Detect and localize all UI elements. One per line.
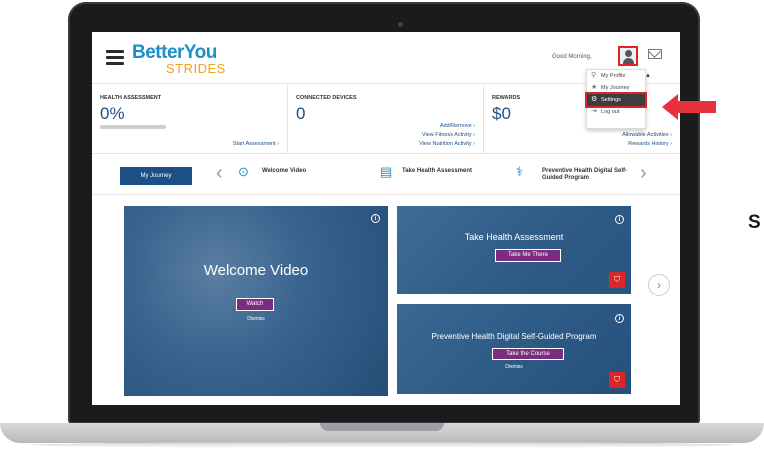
my-journey-tab[interactable]: My Journey: [120, 167, 192, 185]
connected-devices-stat: CONNECTED DEVICES 0 Add/Remove › View Fi…: [288, 85, 484, 154]
menu-item-my-journey[interactable]: ★ My Journey: [587, 82, 645, 94]
avatar-body: [623, 58, 634, 64]
journey-bar: My Journey ‹ ⊙ Welcome Video ▤ Take Heal…: [92, 155, 680, 195]
photo-stage: BetterYou STRIDES Good Morning, ▲ ⚲ My Pr…: [0, 0, 764, 455]
info-icon[interactable]: i: [615, 215, 624, 224]
person-icon: ⚲: [591, 72, 597, 79]
menu-item-my-profile[interactable]: ⚲ My Profile: [587, 70, 645, 82]
info-icon[interactable]: i: [371, 214, 380, 223]
stat-title: REWARDS: [492, 95, 521, 101]
shield-icon: ⛉: [609, 272, 625, 288]
health-assessment-card[interactable]: i Take Health Assessment Take Me There ⛉: [397, 206, 631, 294]
dismiss-link[interactable]: Dismiss: [124, 316, 388, 322]
logo-subtitle: STRIDES: [166, 61, 226, 76]
chevron-right-icon[interactable]: ›: [640, 163, 647, 183]
user-avatar-button[interactable]: [618, 46, 638, 66]
laptop-screen: BetterYou STRIDES Good Morning, ▲ ⚲ My Pr…: [92, 32, 680, 405]
journey-item-health-assessment[interactable]: Take Health Assessment: [402, 168, 472, 174]
view-fitness-link[interactable]: View Fitness Activity ›: [422, 132, 475, 138]
menu-item-label: My Profile: [601, 73, 626, 79]
rewards-stat: REWARDS $0 Allowable Activities › Reward…: [484, 85, 680, 154]
journey-item-program[interactable]: Preventive Health Digital Self-Guided Pr…: [542, 168, 638, 182]
add-remove-link[interactable]: Add/Remove ›: [440, 123, 475, 129]
rewards-history-link[interactable]: Rewards History ›: [628, 141, 672, 147]
side-letter: S: [748, 212, 761, 233]
journey-item-welcome-video[interactable]: Welcome Video: [262, 168, 306, 174]
stat-value: $0: [492, 104, 511, 123]
greeting-text: Good Morning,: [552, 54, 592, 60]
logo-text: BetterYou: [132, 42, 217, 63]
card-title: Take Health Assessment: [464, 232, 564, 242]
info-icon[interactable]: i: [615, 314, 624, 323]
star-icon: ★: [591, 84, 598, 91]
start-assessment-link[interactable]: Start Assessment ›: [233, 141, 279, 147]
caduceus-icon: ⚕: [516, 164, 524, 179]
dismiss-link[interactable]: Dismiss: [397, 364, 631, 370]
menu-item-label: My Journey: [601, 85, 630, 91]
view-nutrition-link[interactable]: View Nutrition Activity ›: [419, 141, 475, 147]
menu-item-label: Log out: [601, 109, 620, 115]
program-card[interactable]: i Preventive Health Digital Self-Guided …: [397, 304, 631, 394]
progress-bar: [100, 125, 166, 129]
chevron-left-icon[interactable]: ‹: [216, 163, 223, 183]
stat-title: CONNECTED DEVICES: [296, 95, 357, 101]
shield-icon: ⛉: [609, 372, 625, 388]
welcome-video-card[interactable]: i Welcome Video Watch Dismiss: [124, 206, 388, 396]
camera-dot: [398, 22, 403, 27]
allowable-activities-link[interactable]: Allowable Activities ›: [622, 132, 672, 138]
play-circle-icon: ⊙: [238, 164, 249, 179]
laptop-shadow: [30, 442, 734, 448]
menu-item-label: Settings: [601, 97, 621, 103]
mail-icon[interactable]: [648, 49, 662, 59]
watch-button[interactable]: Watch: [236, 298, 274, 311]
user-dropdown-menu: ⚲ My Profile ★ My Journey ⚙ Settings ⇥ Log o…: [585, 69, 647, 129]
stat-value: 0: [296, 104, 306, 123]
card-title: Welcome Video: [203, 262, 309, 279]
laptop-notch: [320, 423, 444, 431]
health-assessment-stat: HEALTH ASSESSMENT 0% Start Assessment ›: [92, 85, 288, 154]
stat-title: HEALTH ASSESSMENT: [100, 95, 162, 101]
card-title: Preventive Health Digital Self-Guided Pr…: [431, 332, 597, 341]
carousel-next-button[interactable]: ›: [648, 274, 670, 296]
menu-item-settings[interactable]: ⚙ Settings: [585, 92, 647, 108]
logout-icon: ⇥: [591, 108, 597, 115]
avatar-head: [625, 50, 632, 57]
take-me-there-button[interactable]: Take Me There: [495, 249, 561, 262]
stat-value: 0%: [100, 104, 125, 123]
gear-icon: ⚙: [591, 96, 598, 103]
document-icon: ▤: [380, 164, 393, 179]
hamburger-menu-icon[interactable]: [106, 50, 124, 65]
take-the-course-button[interactable]: Take the Course: [492, 348, 564, 360]
red-arrow-icon: [662, 94, 716, 120]
menu-item-log-out[interactable]: ⇥ Log out: [587, 106, 645, 118]
